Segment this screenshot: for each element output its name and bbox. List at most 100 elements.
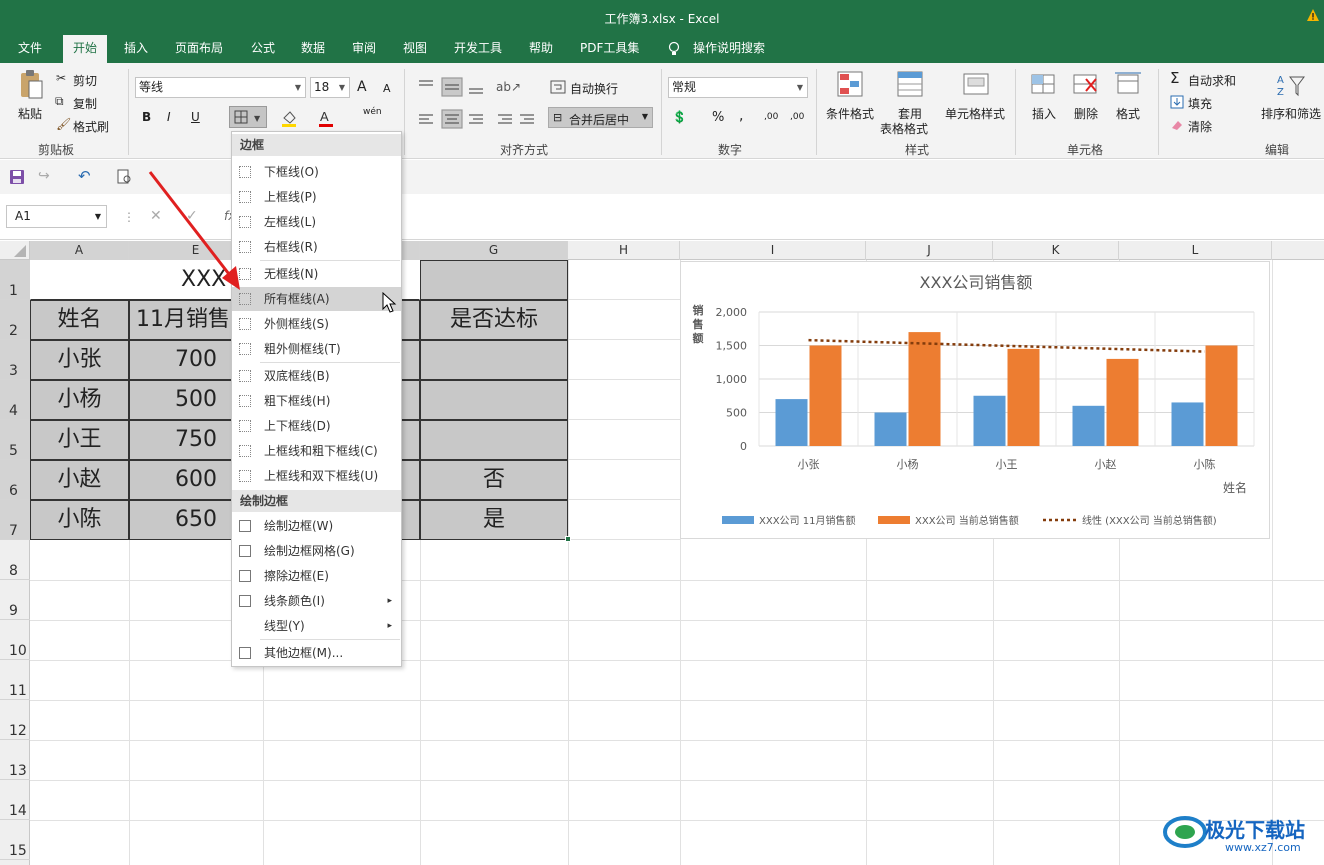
row-header[interactable]: 1 bbox=[0, 260, 30, 300]
row-header[interactable]: 5 bbox=[0, 420, 30, 460]
save-icon[interactable] bbox=[9, 169, 25, 185]
fill-button[interactable]: 填充 bbox=[1188, 95, 1212, 112]
fill-icon[interactable] bbox=[1170, 95, 1184, 109]
border-option[interactable]: 双底框线(B) bbox=[232, 364, 401, 388]
draw-border-option[interactable]: 线型(Y) ▸ bbox=[232, 614, 401, 638]
cut-button[interactable]: 剪切 bbox=[73, 72, 97, 89]
undo-icon[interactable]: ↶ bbox=[78, 167, 91, 185]
copy-button[interactable]: 复制 bbox=[73, 95, 97, 112]
row-header[interactable]: 11 bbox=[0, 660, 30, 700]
paste-button[interactable]: 粘贴 bbox=[18, 105, 42, 122]
col-header-l[interactable]: L bbox=[1119, 241, 1272, 260]
cell-name[interactable]: 小赵 bbox=[30, 460, 129, 500]
tab-home[interactable]: 开始 bbox=[63, 35, 108, 63]
delete-cells-button[interactable]: 删除 bbox=[1074, 105, 1098, 122]
cell-styles-icon[interactable] bbox=[962, 70, 992, 100]
format-cells-button[interactable]: 格式 bbox=[1116, 105, 1140, 122]
conditional-format-icon[interactable] bbox=[836, 70, 866, 100]
cell-name[interactable]: 小王 bbox=[30, 420, 129, 460]
col-header-a[interactable]: A bbox=[30, 241, 129, 260]
wrap-text-button[interactable]: 自动换行 bbox=[570, 80, 618, 97]
sales-chart[interactable]: XXX公司销售额 0 500 1,000 1,500 2,000 小张 小杨 小王 小赵 小陈 销售额… bbox=[680, 261, 1270, 539]
number-format-select[interactable]: 常规 ▼ bbox=[668, 77, 808, 98]
autosum-icon[interactable]: Σ bbox=[1170, 69, 1179, 87]
conditional-format-button[interactable]: 条件格式 bbox=[826, 105, 874, 122]
row-header[interactable]: 9 bbox=[0, 580, 30, 620]
row-header[interactable]: 14 bbox=[0, 780, 30, 820]
borders-button[interactable]: ▼ bbox=[229, 106, 267, 128]
cell-status[interactable]: 是 bbox=[420, 500, 568, 540]
draw-border-option[interactable]: 擦除边框(E) bbox=[232, 564, 401, 588]
cell-status[interactable] bbox=[420, 380, 568, 420]
tab-pdf-tools[interactable]: PDF工具集 bbox=[580, 35, 639, 63]
draw-border-option[interactable]: 绘制边框网格(G) bbox=[232, 539, 401, 563]
col-header-j[interactable]: J bbox=[866, 241, 993, 260]
redo-icon[interactable]: ↪ bbox=[38, 168, 50, 184]
underline-button[interactable]: U bbox=[191, 110, 200, 124]
format-as-table-line2[interactable]: 表格格式 bbox=[880, 120, 928, 137]
paste-icon[interactable] bbox=[18, 69, 44, 101]
draw-border-option[interactable]: 其他边框(M)... bbox=[232, 641, 401, 665]
tab-data[interactable]: 数据 bbox=[301, 35, 325, 63]
clear-icon[interactable] bbox=[1170, 119, 1184, 131]
border-option[interactable]: 粗外侧框线(T) bbox=[232, 337, 401, 361]
row-header[interactable]: 13 bbox=[0, 740, 30, 780]
decrease-decimal-button[interactable]: ,00 bbox=[790, 112, 804, 122]
tab-page-layout[interactable]: 页面布局 bbox=[175, 35, 223, 63]
shrink-font-button[interactable]: A bbox=[383, 82, 391, 95]
border-option[interactable]: 上框线和双下框线(U) bbox=[232, 464, 401, 488]
col-header-i[interactable]: I bbox=[680, 241, 866, 260]
name-box[interactable]: A1 ▼ bbox=[6, 205, 107, 228]
grow-font-button[interactable]: A bbox=[357, 79, 367, 95]
currency-icon[interactable]: 💲 bbox=[672, 110, 687, 124]
cell-status[interactable] bbox=[420, 420, 568, 460]
format-painter-icon[interactable]: 🖌 bbox=[56, 117, 71, 131]
insert-cells-icon[interactable] bbox=[1030, 71, 1058, 99]
percent-button[interactable]: % bbox=[712, 110, 724, 125]
font-name-select[interactable]: 等线 ▼ bbox=[135, 77, 306, 98]
format-cells-icon[interactable] bbox=[1114, 71, 1142, 99]
row-header[interactable]: 10 bbox=[0, 620, 30, 660]
font-color-icon[interactable]: A bbox=[317, 109, 337, 129]
delete-cells-icon[interactable] bbox=[1072, 71, 1100, 99]
cell-g1[interactable] bbox=[420, 260, 568, 300]
tell-me-search[interactable]: 操作说明搜索 bbox=[693, 35, 765, 63]
header-name[interactable]: 姓名 bbox=[30, 300, 129, 340]
print-preview-icon[interactable] bbox=[116, 169, 132, 185]
cell-status[interactable] bbox=[420, 340, 568, 380]
border-option[interactable]: 上框线和粗下框线(C) bbox=[232, 439, 401, 463]
tab-help[interactable]: 帮助 bbox=[529, 35, 553, 63]
border-option[interactable]: 粗下框线(H) bbox=[232, 389, 401, 413]
row-header[interactable]: 2 bbox=[0, 300, 30, 340]
cell-status[interactable]: 否 bbox=[420, 460, 568, 500]
sort-filter-button[interactable]: 排序和筛选 bbox=[1261, 105, 1321, 122]
copy-icon[interactable]: ⧉ bbox=[55, 94, 64, 109]
autosum-button[interactable]: 自动求和 bbox=[1188, 72, 1236, 89]
increase-decimal-button[interactable]: ,00 bbox=[764, 112, 778, 122]
fill-color-icon[interactable] bbox=[280, 110, 300, 128]
col-header-h[interactable]: H bbox=[568, 241, 680, 260]
draw-border-option[interactable]: 线条颜色(I) ▸ bbox=[232, 589, 401, 613]
row-header[interactable]: 8 bbox=[0, 540, 30, 580]
tab-formulas[interactable]: 公式 bbox=[251, 35, 275, 63]
row-header[interactable]: 7 bbox=[0, 500, 30, 540]
header-status[interactable]: 是否达标 bbox=[420, 300, 568, 340]
insert-cells-button[interactable]: 插入 bbox=[1032, 105, 1056, 122]
cut-icon[interactable]: ✂ bbox=[56, 71, 66, 85]
col-header-k[interactable]: K bbox=[993, 241, 1119, 260]
row-header[interactable]: 6 bbox=[0, 460, 30, 500]
cell-styles-button[interactable]: 单元格样式 bbox=[945, 105, 1005, 122]
comma-button[interactable]: , bbox=[739, 108, 743, 124]
col-header-g[interactable]: G bbox=[420, 241, 568, 260]
row-header[interactable]: 4 bbox=[0, 380, 30, 420]
cell-name[interactable]: 小杨 bbox=[30, 380, 129, 420]
draw-border-option[interactable]: 绘制边框(W) bbox=[232, 514, 401, 538]
cell-name[interactable]: 小陈 bbox=[30, 500, 129, 540]
border-option[interactable]: 上下框线(D) bbox=[232, 414, 401, 438]
cell-name[interactable]: 小张 bbox=[30, 340, 129, 380]
warning-icon[interactable] bbox=[1306, 8, 1320, 22]
format-as-table-icon[interactable] bbox=[896, 70, 926, 100]
border-option[interactable]: 外侧框线(S) bbox=[232, 312, 401, 336]
phonetic-button[interactable]: wén bbox=[363, 107, 382, 117]
tab-insert[interactable]: 插入 bbox=[124, 35, 148, 63]
